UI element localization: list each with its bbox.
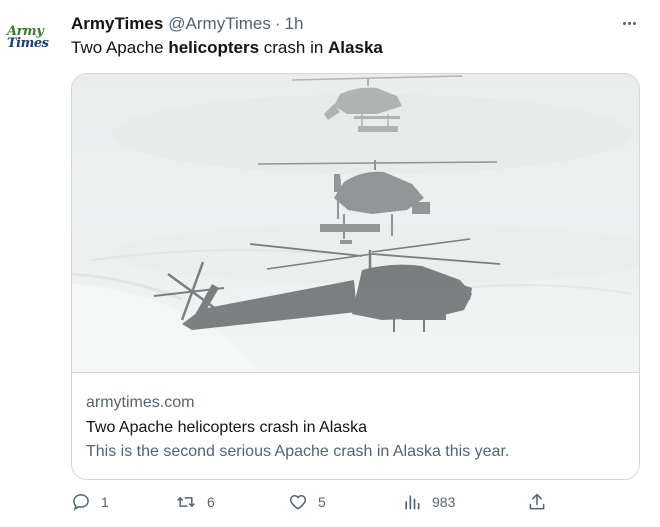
like-count: 5 — [318, 494, 326, 510]
reply-icon — [71, 492, 91, 512]
timestamp[interactable]: 1h — [285, 14, 304, 34]
tweet-text-bold: Alaska — [328, 38, 383, 57]
views-count: 983 — [432, 494, 456, 510]
card-domain: armytimes.com — [86, 394, 195, 411]
separator-dot: · — [274, 14, 281, 33]
tweet-text-part: Two Apache — [71, 38, 169, 57]
retweet-icon — [175, 492, 197, 512]
card-image[interactable] — [72, 74, 639, 373]
link-card[interactable]: armytimes.com Two Apache helicopters cra… — [71, 73, 640, 480]
author-handle[interactable]: @ArmyTimes — [168, 14, 271, 34]
retweet-button[interactable]: 6 — [175, 490, 215, 514]
reply-count: 1 — [101, 494, 109, 510]
tweet-header: ArmyTimes @ArmyTimes · 1h — [71, 13, 303, 35]
retweet-count: 6 — [207, 494, 215, 510]
reply-button[interactable]: 1 — [71, 490, 109, 514]
card-meta: armytimes.com Two Apache helicopters cra… — [86, 392, 626, 464]
share-icon — [527, 492, 547, 512]
tweet-text-bold: helicopters — [168, 38, 260, 57]
heart-icon — [288, 492, 308, 512]
tweet-text-part: crash in — [259, 38, 329, 57]
like-button[interactable]: 5 — [288, 490, 326, 514]
avatar[interactable]: Army Times — [7, 25, 53, 56]
avatar-logo-line2: Times — [7, 36, 49, 51]
card-description: This is the second serious Apache crash … — [86, 443, 510, 460]
tweet-actions: 1 6 5 983 — [71, 490, 631, 514]
share-button[interactable] — [527, 490, 547, 514]
more-options-icon[interactable] — [617, 12, 641, 34]
views-button[interactable]: 983 — [402, 490, 455, 514]
card-title: Two Apache helicopters crash in Alaska — [86, 419, 368, 436]
views-bar-chart-icon — [402, 492, 422, 512]
tweet[interactable]: Army Times ArmyTimes @ArmyTimes · 1h Two… — [0, 0, 660, 527]
apache-helicopters-in-snow-image — [72, 74, 639, 372]
tweet-text: Two Apache helicopters crash in Alaska — [71, 38, 383, 58]
author-name[interactable]: ArmyTimes — [71, 14, 163, 34]
